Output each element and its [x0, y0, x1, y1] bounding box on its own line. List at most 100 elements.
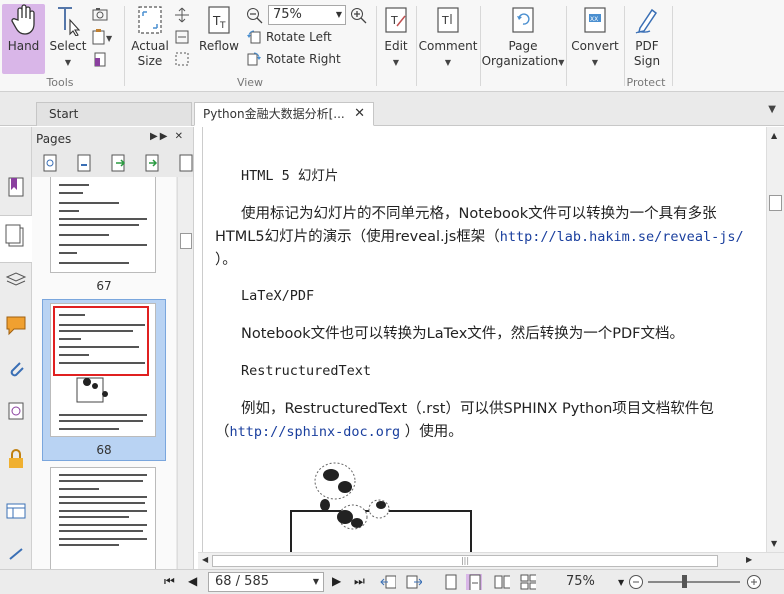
page-organization-label: Page Organization▼	[482, 39, 565, 70]
horizontal-scrollbar-thumb[interactable]: |||	[212, 555, 718, 567]
paragraph-slides-line2: HTML5幻灯片的演示（使用reveal.js框架（http://lab.hak…	[215, 226, 755, 249]
thumbnail-text-line	[59, 510, 147, 512]
thumbnail-text-line	[59, 488, 99, 490]
rotate-left-button[interactable]: Rotate Left	[246, 29, 332, 45]
extract-page-icon[interactable]	[110, 153, 128, 173]
attachments-panel-icon[interactable]	[4, 357, 28, 381]
thumbnail-text-line	[59, 524, 147, 526]
page-organization-button[interactable]: Page Organization▼	[482, 4, 565, 70]
last-page-icon[interactable]: ⏭	[354, 574, 365, 589]
document-illustration	[290, 462, 472, 552]
snapshot-icon[interactable]	[92, 7, 108, 21]
thumbnail-text-line	[59, 330, 133, 332]
rotate-left-label: Rotate Left	[266, 30, 332, 44]
zoom-slider-thumb[interactable]	[682, 575, 687, 588]
scroll-up-icon[interactable]: ▲	[771, 131, 777, 140]
document-horizontal-scrollbar[interactable]: ◀ ||| ▶	[198, 552, 784, 569]
thumbnail-text-line	[59, 502, 145, 504]
page-zoom-icon[interactable]	[42, 153, 60, 173]
fit-width-icon[interactable]	[174, 29, 190, 45]
form-icon[interactable]	[92, 52, 108, 68]
continuous-facing-view-icon[interactable]	[520, 574, 536, 590]
pdf-sign-button[interactable]: PDF Sign	[628, 4, 666, 69]
next-page-icon[interactable]: ▶	[332, 574, 341, 588]
revealjs-link[interactable]: http://lab.hakim.se/reveal-js/	[500, 229, 744, 245]
comment-icon: T	[437, 7, 459, 33]
page-thumbnail-69[interactable]	[50, 467, 156, 569]
thumbnail-list[interactable]: 67 68	[32, 177, 176, 569]
bookmark-panel-icon[interactable]	[4, 175, 28, 199]
convert-button[interactable]: XX Convert ▼	[570, 4, 620, 70]
comment-button[interactable]: T Comment ▼	[419, 4, 477, 70]
page-thumbnail-68[interactable]	[50, 303, 156, 437]
zoom-in-icon[interactable]	[350, 7, 368, 25]
scroll-left-icon[interactable]: ◀	[202, 555, 208, 564]
thumbnail-scrollbar[interactable]	[177, 177, 193, 569]
page-number-input[interactable]: 68 / 585 ▼	[208, 572, 324, 592]
actual-size-line1: Actual	[131, 39, 169, 53]
thumbnail-text-line	[59, 184, 89, 186]
security-panel-icon[interactable]	[4, 447, 28, 471]
first-page-icon[interactable]: ⏮	[164, 574, 175, 589]
separator	[376, 6, 377, 86]
rotate-page-icon[interactable]	[178, 153, 196, 173]
scroll-right-icon[interactable]: ▶	[746, 555, 752, 564]
more-panels-icon[interactable]	[4, 541, 28, 565]
document-viewport[interactable]: HTML 5 幻灯片 使用标记为幻灯片的不同单元格，Notebook文件可以转换…	[198, 127, 766, 552]
tab-list-dropdown-icon[interactable]: ▼	[768, 104, 776, 115]
fit-page-icon[interactable]	[174, 7, 190, 23]
edit-button[interactable]: T Edit ▼	[380, 4, 412, 70]
document-scrollbar-thumb[interactable]	[769, 195, 782, 211]
select-tool-button[interactable]: Select ▼	[49, 4, 87, 70]
paragraph-slides-line1: 使用标记为幻灯片的不同单元格，Notebook文件可以转换为一个具有多张	[241, 206, 717, 222]
actual-size-button[interactable]: Actual Size	[130, 4, 170, 69]
replace-page-icon[interactable]	[144, 153, 162, 173]
previous-page-icon[interactable]: ◀	[188, 574, 197, 588]
page-thumbnail-67[interactable]	[50, 177, 156, 273]
rotate-right-button[interactable]: Rotate Right	[246, 51, 341, 67]
tab-document[interactable]: Python金融大数据分析[... ✕	[194, 102, 374, 126]
pages-panel-icon[interactable]	[0, 215, 32, 263]
close-tab-icon[interactable]: ✕	[354, 103, 365, 125]
convert-label-text: Convert	[571, 39, 619, 53]
fit-visible-icon[interactable]	[174, 51, 190, 67]
comments-panel-icon[interactable]	[4, 313, 28, 337]
reflow-button[interactable]: T T Reflow	[198, 4, 240, 54]
view-group-label: View	[236, 76, 264, 89]
thumbnail-text-line	[59, 224, 139, 226]
insert-page-icon[interactable]	[76, 153, 94, 173]
zoom-out-icon[interactable]	[246, 7, 264, 25]
panel-collapse-icon[interactable]: ▶▶ ✕	[150, 131, 185, 142]
sphinx-link[interactable]: http://sphinx-doc.org	[230, 424, 401, 440]
zoom-dropdown-icon[interactable]: ▼	[336, 6, 342, 24]
zoom-slider-track[interactable]	[648, 581, 740, 583]
previous-view-icon[interactable]	[380, 574, 396, 590]
zoom-combo[interactable]: 75% ▼	[268, 5, 346, 25]
content-panel-icon[interactable]	[4, 499, 28, 523]
paragraph-rst-line2-close: ）使用。	[400, 424, 463, 440]
page-number-68: 68	[96, 443, 112, 457]
continuous-view-icon[interactable]	[466, 574, 482, 590]
thumbnail-text-line	[59, 544, 119, 546]
signature-panel-icon[interactable]	[4, 399, 28, 423]
svg-text:T: T	[441, 14, 449, 27]
document-vertical-scrollbar[interactable]: ▲ ▼	[766, 127, 784, 552]
thumbnail-text-line	[59, 324, 145, 326]
single-page-view-icon[interactable]	[444, 574, 460, 590]
status-zoom-in-icon[interactable]	[746, 574, 762, 590]
status-zoom-value[interactable]: 75%	[566, 574, 595, 589]
select-caret-icon[interactable]: ▼	[65, 58, 71, 67]
clipboard-icon[interactable]: ▼	[92, 29, 114, 45]
next-view-icon[interactable]	[406, 574, 422, 590]
layers-panel-icon[interactable]	[4, 267, 28, 291]
page-dropdown-icon[interactable]: ▼	[313, 573, 319, 591]
status-zoom-dropdown-icon[interactable]: ▼	[618, 578, 624, 587]
thumbnail-scrollbar-thumb[interactable]	[180, 233, 192, 249]
scroll-down-icon[interactable]: ▼	[771, 539, 777, 548]
tab-start[interactable]: Start	[36, 102, 192, 126]
status-zoom-out-icon[interactable]	[628, 574, 644, 590]
thumbnail-text-line	[59, 210, 79, 212]
facing-view-icon[interactable]	[494, 574, 510, 590]
svg-text:T: T	[219, 21, 226, 31]
hand-tool-button[interactable]: Hand	[2, 4, 45, 74]
